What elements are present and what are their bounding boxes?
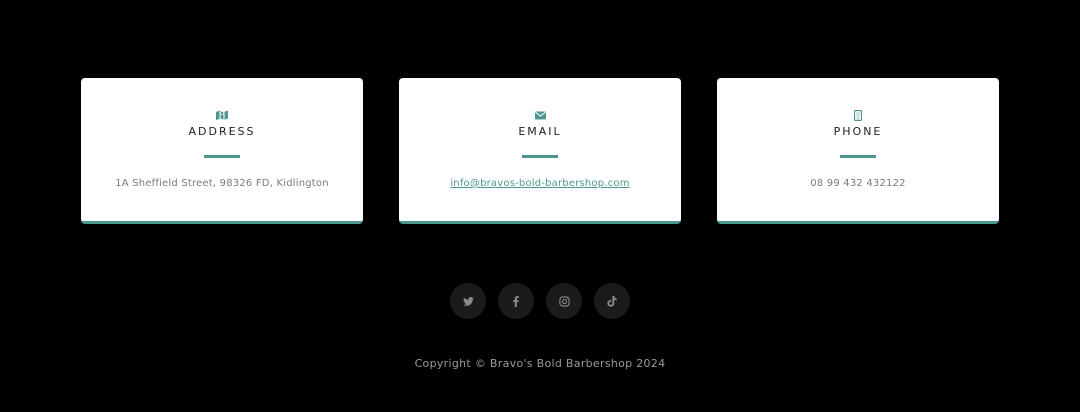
copyright-text: Copyright © Bravo's Bold Barbershop 2024 bbox=[414, 357, 666, 370]
facebook-icon bbox=[513, 295, 519, 307]
address-card: ADDRESS 1A Sheffield Street, 98326 FD, K… bbox=[81, 78, 363, 224]
phone-divider bbox=[840, 155, 876, 158]
email-title: EMAIL bbox=[518, 125, 562, 138]
instagram-icon bbox=[558, 295, 570, 307]
instagram-button[interactable] bbox=[546, 283, 582, 319]
footer-section: ADDRESS 1A Sheffield Street, 98326 FD, K… bbox=[0, 0, 1080, 412]
facebook-button[interactable] bbox=[498, 283, 534, 319]
twitter-icon bbox=[462, 296, 474, 306]
tiktok-button[interactable] bbox=[594, 283, 630, 319]
phone-title: PHONE bbox=[833, 125, 883, 138]
address-title: ADDRESS bbox=[188, 125, 256, 138]
contact-cards: ADDRESS 1A Sheffield Street, 98326 FD, K… bbox=[81, 78, 999, 224]
email-link[interactable]: info@bravos-bold-barbershop.com bbox=[399, 178, 681, 190]
address-value: 1A Sheffield Street, 98326 FD, Kidlingto… bbox=[115, 178, 329, 189]
mobile-phone-icon bbox=[717, 109, 999, 121]
phone-value: 08 99 432 432122 bbox=[810, 178, 906, 189]
email-divider bbox=[522, 155, 558, 158]
tiktok-icon bbox=[607, 295, 617, 307]
map-icon bbox=[81, 109, 363, 121]
social-links bbox=[450, 283, 630, 319]
twitter-button[interactable] bbox=[450, 283, 486, 319]
envelope-icon bbox=[399, 109, 681, 121]
email-card: EMAIL info@bravos-bold-barbershop.com bbox=[399, 78, 681, 224]
address-divider bbox=[204, 155, 240, 158]
phone-card: PHONE 08 99 432 432122 bbox=[717, 78, 999, 224]
